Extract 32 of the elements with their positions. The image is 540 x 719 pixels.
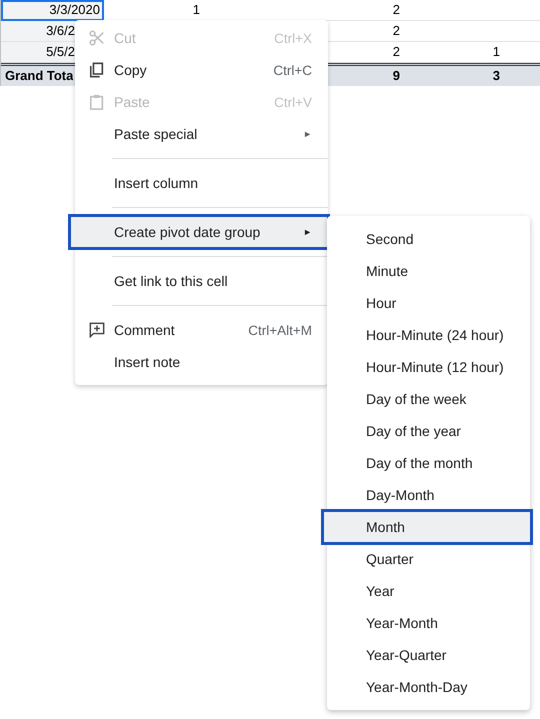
scissors-icon	[89, 30, 105, 46]
menu-item[interactable]: Second	[327, 223, 530, 255]
menu-item[interactable]: Create pivot date group ►	[70, 216, 328, 248]
menu-item[interactable]: Day-Month	[327, 479, 530, 511]
total-cell-text: 3	[492, 67, 501, 85]
shortcut-label: Ctrl+Alt+M	[248, 322, 312, 338]
submenu-arrow-icon: ►	[303, 227, 312, 237]
copy-icon	[89, 62, 105, 78]
menu-item[interactable]: Minute	[327, 255, 530, 287]
menu-item[interactable]: Hour-Minute (24 hour)	[327, 319, 530, 351]
menu-item[interactable]: Hour-Minute (12 hour)	[327, 351, 530, 383]
menu-item[interactable]: Comment Ctrl+Alt+M	[75, 314, 328, 346]
menu-item[interactable]: Day of the week	[327, 383, 530, 415]
menu-item[interactable]: Hour	[327, 287, 530, 319]
submenu-arrow-icon: ►	[303, 129, 312, 139]
shortcut-label: Ctrl+V	[274, 94, 312, 110]
menu-item[interactable]: Year-Month	[327, 607, 530, 639]
menu-item[interactable]: Month	[323, 511, 531, 543]
menu-item[interactable]: Get link to this cell	[75, 265, 328, 297]
comment-icon	[89, 322, 105, 338]
menu-item[interactable]: Quarter	[327, 543, 530, 575]
menu-item[interactable]: Day of the year	[327, 415, 530, 447]
clipboard-icon	[89, 94, 105, 110]
menu-item[interactable]: Day of the month	[327, 447, 530, 479]
menu-item[interactable]: Year-Quarter	[327, 639, 530, 671]
menu-item[interactable]: Year-Month-Day	[327, 671, 530, 703]
menu-item[interactable]: Insert note	[75, 346, 328, 378]
date-cell: 3/3/2020	[1, 0, 104, 21]
menu-item[interactable]: Paste special ►	[75, 118, 328, 150]
shortcut-label: Ctrl+C	[273, 62, 312, 78]
menu-item[interactable]: Insert column	[75, 167, 328, 199]
menu-item[interactable]: Year	[327, 575, 530, 607]
